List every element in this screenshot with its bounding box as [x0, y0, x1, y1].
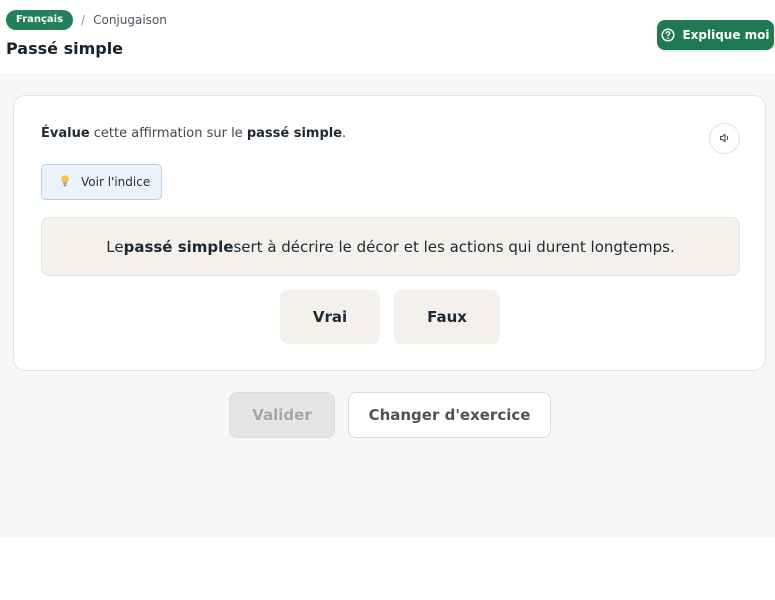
statement-box: Le passé simple sert à décrire le décor … — [41, 217, 740, 276]
breadcrumb-subject-badge[interactable]: Français — [6, 10, 74, 30]
exercise-card: Évalue cette affirmation sur le passé si… — [13, 95, 766, 371]
lightbulb-icon — [59, 174, 71, 191]
main-area: Évalue cette affirmation sur le passé si… — [0, 73, 775, 537]
hint-button[interactable]: Voir l'indice — [41, 164, 162, 200]
answer-false-button[interactable]: Faux — [394, 290, 500, 344]
breadcrumb-separator: / — [81, 13, 86, 27]
instruction-topic: passé simple — [246, 126, 343, 141]
explain-me-button[interactable]: Explique moi — [657, 20, 774, 50]
page-title: Passé simple — [6, 39, 124, 58]
hint-label: Voir l'indice — [81, 175, 151, 189]
change-exercise-button[interactable]: Changer d'exercice — [348, 392, 551, 438]
statement-topic: passé simple — [123, 237, 234, 256]
explain-me-label: Explique moi — [682, 28, 770, 42]
statement-rest: sert à décrire le décor et les actions q… — [233, 237, 675, 256]
answer-true-button[interactable]: Vrai — [280, 290, 380, 344]
breadcrumb-current[interactable]: Conjugaison — [93, 13, 167, 27]
header: Français / Conjugaison Passé simple Expl… — [0, 0, 775, 73]
breadcrumb: Français / Conjugaison — [6, 10, 167, 30]
instruction-text: cette affirmation sur le — [89, 126, 247, 141]
statement-start: Le — [106, 237, 124, 256]
instruction-verb: Évalue — [41, 126, 90, 141]
instruction-end: . — [342, 126, 347, 141]
audio-button[interactable] — [709, 123, 740, 154]
help-circle-icon — [661, 28, 675, 42]
speaker-icon — [719, 129, 731, 148]
validate-button[interactable]: Valider — [229, 392, 335, 438]
page: Français / Conjugaison Passé simple Expl… — [0, 0, 775, 600]
exercise-instruction: Évalue cette affirmation sur le passé si… — [41, 126, 346, 141]
